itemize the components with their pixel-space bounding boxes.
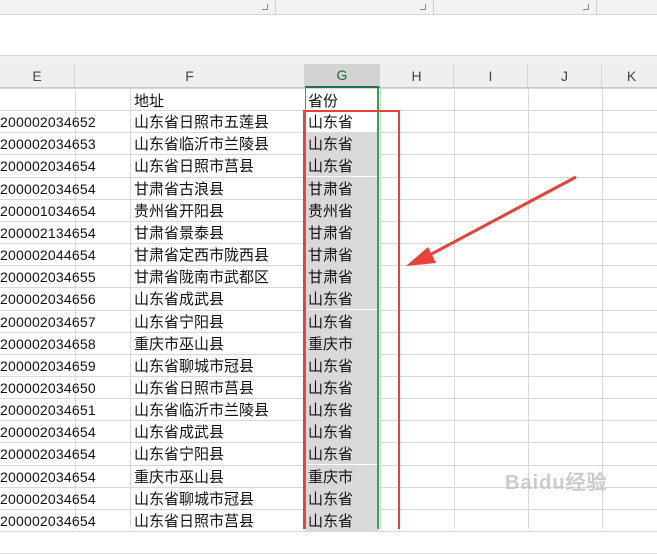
arrow-shaft bbox=[423, 175, 577, 260]
baidu-watermark: Baidu经验 bbox=[505, 472, 608, 494]
annotation-arrow bbox=[406, 175, 577, 266]
arrow-head bbox=[406, 247, 436, 266]
